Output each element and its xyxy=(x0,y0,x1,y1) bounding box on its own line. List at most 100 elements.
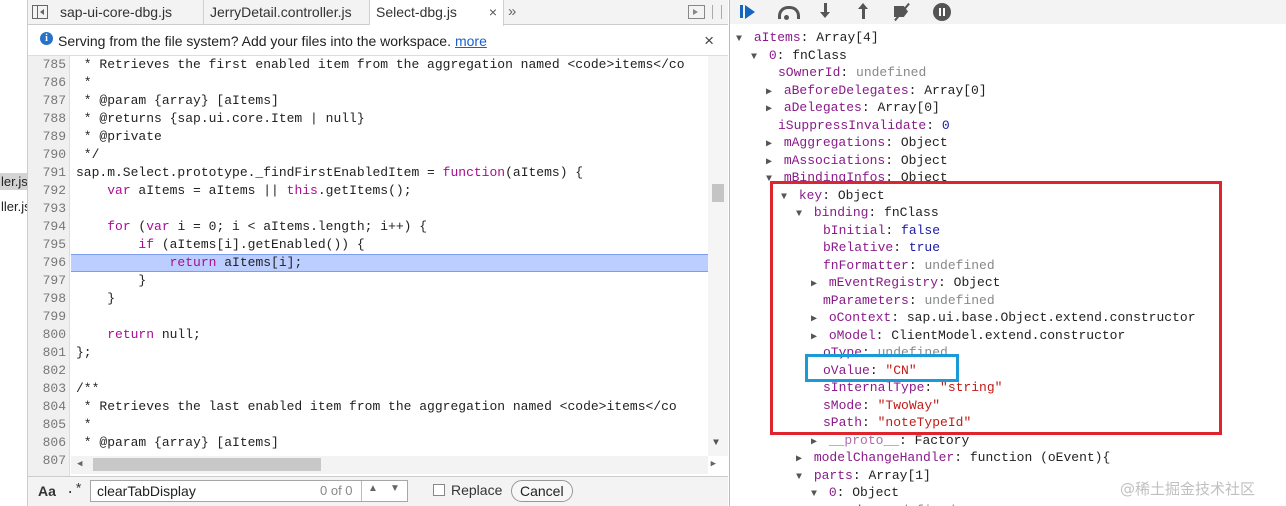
line-number[interactable]: 797 xyxy=(28,272,66,290)
line-number[interactable]: 793 xyxy=(28,200,66,218)
scope-property-row[interactable]: ▶ aBeforeDelegates: Array[0] xyxy=(766,82,987,100)
line-number[interactable]: 789 xyxy=(28,128,66,146)
line-number[interactable]: 798 xyxy=(28,290,66,308)
tab-select-dbg[interactable]: Select-dbg.js × xyxy=(370,0,504,26)
resume-icon[interactable] xyxy=(736,2,762,22)
find-next-icon[interactable]: ▼ xyxy=(390,483,400,494)
scope-property-row[interactable]: ▼ 0: Object xyxy=(811,484,899,502)
line-number[interactable]: 801 xyxy=(28,344,66,362)
match-case-toggle[interactable]: Aa xyxy=(38,483,56,499)
code-text: * xyxy=(76,417,92,432)
infobar-message: Serving from the file system? Add your f… xyxy=(58,33,451,49)
code-text: */ xyxy=(76,147,100,162)
line-number[interactable]: 794 xyxy=(28,218,66,236)
line-number[interactable]: 804 xyxy=(28,398,66,416)
code-line: 800 return null; xyxy=(28,326,708,344)
close-icon[interactable]: × xyxy=(704,26,714,56)
property-value: fnClass xyxy=(792,47,847,63)
replace-label: Replace xyxy=(451,482,503,498)
line-number[interactable]: 792 xyxy=(28,182,66,200)
code-line: 801}; xyxy=(28,344,708,362)
property-key: parts xyxy=(813,467,853,483)
code-text: * @private xyxy=(76,129,162,144)
line-number[interactable]: 803 xyxy=(28,380,66,398)
code-text: if (aItems[i].getEnabled()) { xyxy=(138,237,365,252)
code-text: } xyxy=(76,273,147,288)
code-editor[interactable]: 785 * Retrieves the first enabled item f… xyxy=(28,56,728,476)
collapsed-triangle-icon[interactable]: ▶ xyxy=(766,101,776,119)
tab-jerry-detail[interactable]: JerryDetail.controller.js xyxy=(204,0,370,25)
horizontal-scrollbar[interactable]: ◀ ▶ xyxy=(71,456,716,474)
tab-sap-ui-core[interactable]: sap-ui-core-dbg.js xyxy=(54,0,204,25)
property-key: aDelegates xyxy=(783,100,862,115)
step-over-icon[interactable] xyxy=(775,2,801,22)
cancel-button[interactable]: Cancel xyxy=(511,480,573,502)
line-number[interactable]: 796 xyxy=(28,254,66,272)
more-tabs-icon[interactable]: » xyxy=(508,0,516,24)
scope-property-row[interactable]: ▶ aDelegates: Array[0] xyxy=(766,99,940,117)
expanded-triangle-icon[interactable]: ▼ xyxy=(751,49,761,67)
scope-property-row: iSuppressInvalidate: 0 xyxy=(778,117,950,133)
property-value: function (oEvent){ xyxy=(969,450,1111,465)
pause-on-exceptions-icon[interactable] xyxy=(930,2,956,22)
line-number[interactable]: 785 xyxy=(28,56,66,74)
scope-property-row[interactable]: ▶ mAssociations: Object xyxy=(766,152,948,170)
line-number[interactable]: 788 xyxy=(28,110,66,128)
code-line: 793 xyxy=(28,200,708,218)
scroll-thumb[interactable] xyxy=(93,458,321,471)
line-number[interactable]: 799 xyxy=(28,308,66,326)
line-number[interactable]: 802 xyxy=(28,362,66,380)
toggle-debugger-icon[interactable] xyxy=(688,5,705,19)
toggle-navigator-icon[interactable] xyxy=(32,5,48,19)
close-tab-icon[interactable]: × xyxy=(489,0,497,25)
scroll-thumb[interactable] xyxy=(712,184,724,202)
deactivate-breakpoints-icon[interactable] xyxy=(890,2,916,22)
file-navigator: ler.js ller.js xyxy=(0,0,28,506)
code-text: * xyxy=(76,75,92,90)
code-line: 799 xyxy=(28,308,708,326)
scope-property-row[interactable]: ▼ aItems: Array[4] xyxy=(736,29,879,47)
scope-property-row[interactable]: ▶ modelChangeHandler: function (oEvent){ xyxy=(796,449,1110,467)
find-previous-icon[interactable]: ▲ xyxy=(368,483,378,494)
expanded-triangle-icon[interactable]: ▼ xyxy=(736,31,746,49)
regex-toggle[interactable]: .* xyxy=(66,482,83,498)
scroll-down-icon[interactable]: ▼ xyxy=(713,438,719,449)
code-line: 785 * Retrieves the first enabled item f… xyxy=(28,56,708,74)
scroll-left-icon[interactable]: ◀ xyxy=(77,459,82,469)
line-number[interactable]: 805 xyxy=(28,416,66,434)
line-number[interactable]: 790 xyxy=(28,146,66,164)
property-key: mode xyxy=(838,503,869,506)
scope-property-row[interactable]: ▶ mAggregations: Object xyxy=(766,134,948,152)
scope-property-row: mode: undefined xyxy=(838,502,955,506)
tab-label: sap-ui-core-dbg.js xyxy=(60,4,173,20)
vertical-scrollbar[interactable]: ▼ xyxy=(708,56,728,456)
file-item[interactable]: ller.js xyxy=(0,198,27,215)
scope-property-row[interactable]: ▼ 0: fnClass xyxy=(751,47,847,65)
code-text: * @param {array} [aItems] xyxy=(76,435,279,450)
line-number[interactable]: 806 xyxy=(28,434,66,452)
line-number[interactable]: 807 xyxy=(28,452,66,470)
line-number[interactable]: 786 xyxy=(28,74,66,92)
line-number[interactable]: 795 xyxy=(28,236,66,254)
replace-checkbox[interactable] xyxy=(433,484,445,496)
scroll-right-icon[interactable]: ▶ xyxy=(711,459,716,469)
property-value: Array[4] xyxy=(816,30,879,45)
step-into-icon[interactable] xyxy=(814,2,840,22)
code-line: 798 } xyxy=(28,290,708,308)
file-item[interactable]: ler.js xyxy=(0,173,27,190)
line-number[interactable]: 800 xyxy=(28,326,66,344)
property-key: sOwnerId xyxy=(778,65,841,80)
expanded-triangle-icon[interactable]: ▼ xyxy=(811,486,821,504)
line-number[interactable]: 791 xyxy=(28,164,66,182)
scope-property-row[interactable]: ▼ parts: Array[1] xyxy=(796,467,931,485)
debugger-toolbar xyxy=(730,0,1286,24)
more-link[interactable]: more xyxy=(455,33,487,49)
code-text: var aItems = aItems || this.getItems(); xyxy=(107,183,412,198)
property-value: Object xyxy=(900,152,948,168)
property-key: aBeforeDelegates xyxy=(783,82,909,98)
expanded-triangle-icon[interactable]: ▼ xyxy=(796,469,806,487)
ovalue-highlight-box xyxy=(805,354,959,382)
line-number[interactable]: 787 xyxy=(28,92,66,110)
step-out-icon[interactable] xyxy=(852,2,878,22)
scope-property-row: sOwnerId: undefined xyxy=(778,65,927,80)
